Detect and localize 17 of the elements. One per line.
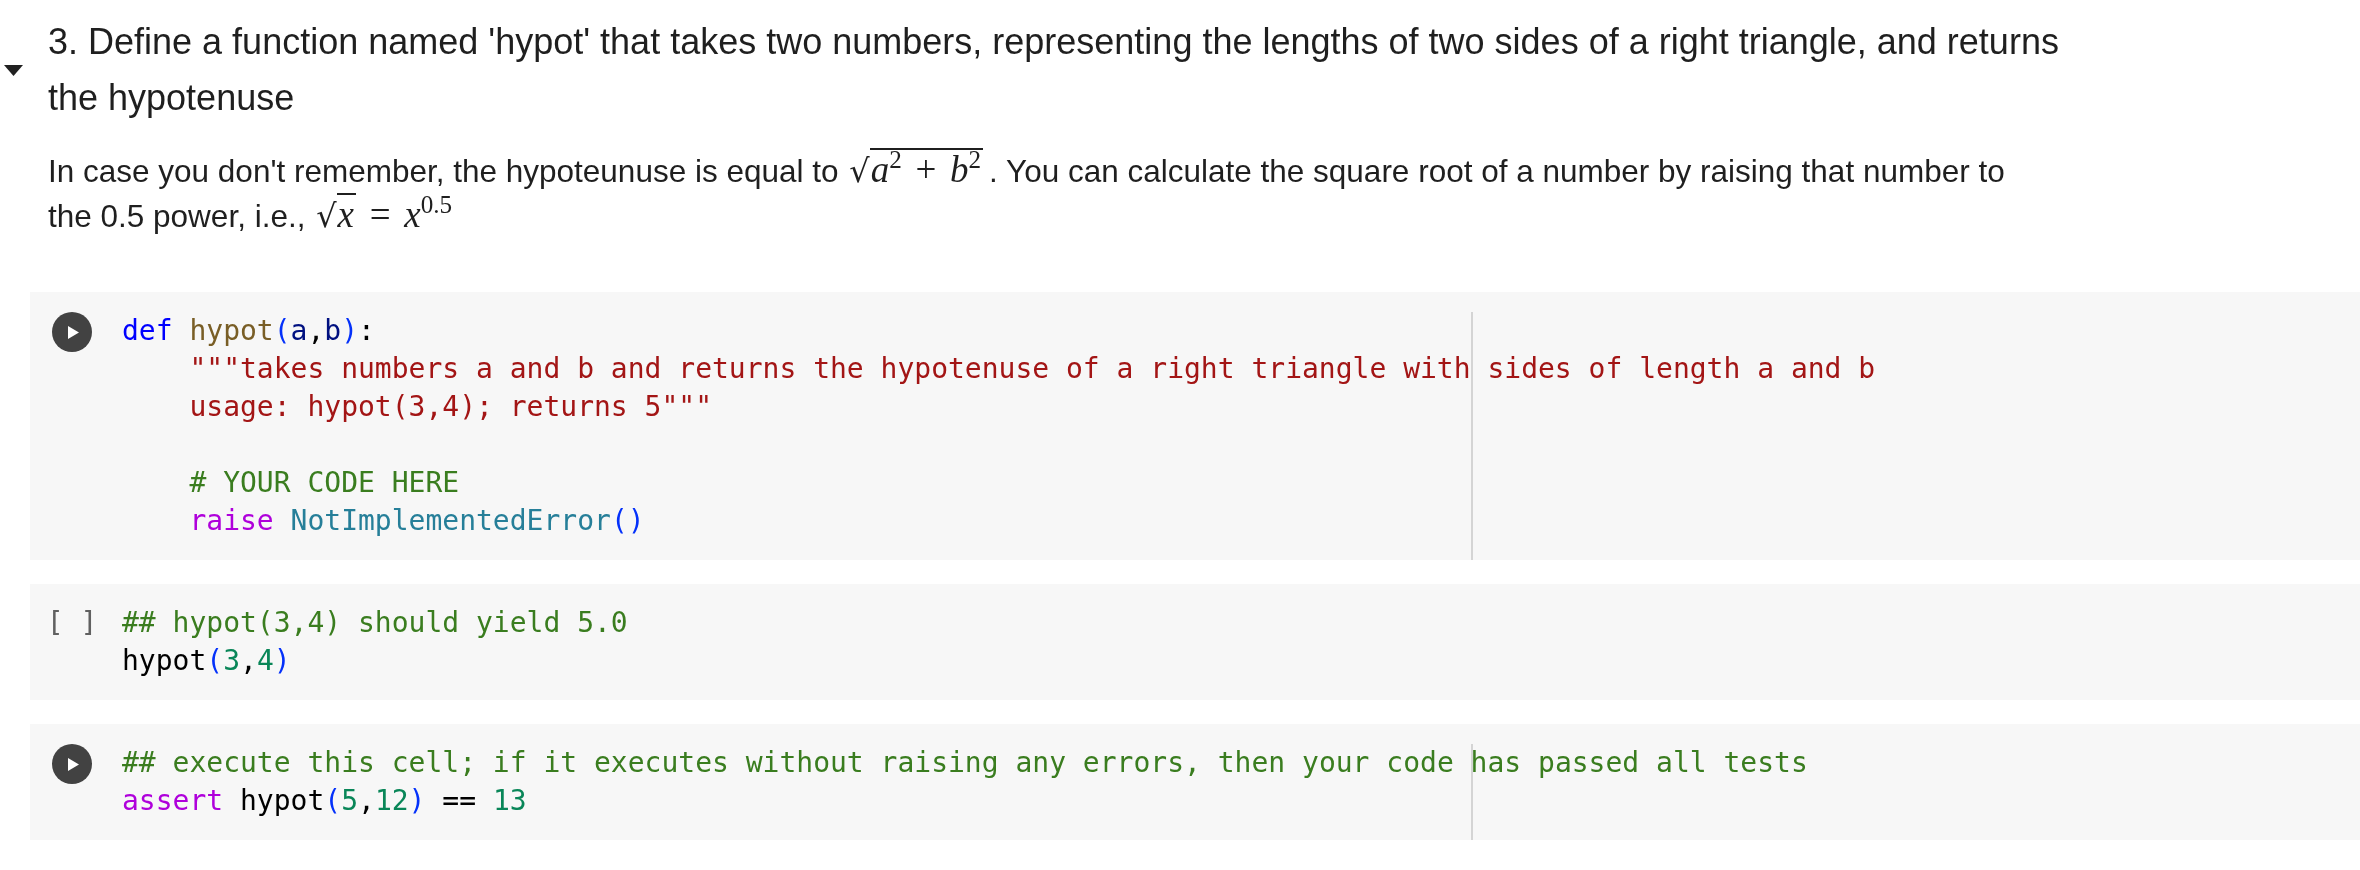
code-line: usage: hypot(3,4); returns 5""" <box>189 389 712 425</box>
run-button[interactable] <box>52 312 92 352</box>
section-heading: 3. Define a function named 'hypot' that takes two numbers, representing the lengths of two sides of a right triangle, and returns the hypotenuse <box>48 20 2060 120</box>
caret-icon[interactable] <box>4 65 23 76</box>
code-line: hypot(3,4) <box>122 643 291 679</box>
code-line: """takes numbers a and b and returns the hypotenuse of a right triangle with sides of length a and b <box>189 351 1876 387</box>
run-button[interactable] <box>52 744 92 784</box>
code-line: ## execute this cell; if it executes without raising any errors, then your code has passed all tests <box>122 745 1808 781</box>
play-icon <box>68 325 79 339</box>
instruction-text: In case you don't remember, the hypoteunuse is equal to √a$^{2}$ + b$^{2}$ . You can calculate the square root of a number by raising that number to the 0.5 power, i.e., √x = x$^{0.5}$ <box>48 148 2006 237</box>
code-line: raise NotImplementedError() <box>189 503 645 539</box>
code-line: def hypot(a,b): <box>122 313 375 349</box>
execution-count: [ ] <box>46 605 98 641</box>
play-icon <box>68 757 79 771</box>
code-line: assert hypot(5,12) == 13 <box>122 783 527 819</box>
code-line: # YOUR CODE HERE <box>189 465 460 501</box>
code-line: ## hypot(3,4) should yield 5.0 <box>122 605 628 641</box>
